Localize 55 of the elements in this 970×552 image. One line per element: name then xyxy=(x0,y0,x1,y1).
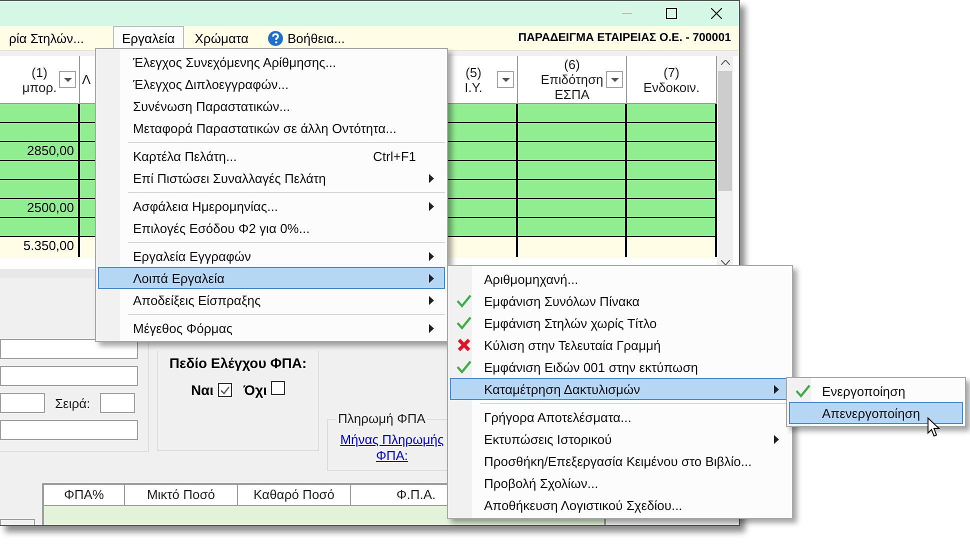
column-header: (1) μπορ. xyxy=(0,56,80,103)
minimize-icon xyxy=(622,12,632,14)
menu-item[interactable]: Ενεργοποίηση xyxy=(789,380,963,402)
checkbox[interactable]: Όχι xyxy=(244,381,286,398)
menu-bar-item[interactable]: Χρώματα xyxy=(186,26,258,50)
input-field[interactable] xyxy=(0,366,138,386)
menu-item[interactable]: Αριθμομηχανή... xyxy=(450,268,790,290)
filter-button[interactable] xyxy=(497,71,514,88)
menu-item[interactable]: Καρτέλα Πελάτη... Ctrl+F1 xyxy=(98,145,445,167)
input-field[interactable] xyxy=(100,393,136,413)
checkbox[interactable]: Ναι xyxy=(190,382,232,398)
menu-item[interactable]: Απενεργοποίηση xyxy=(789,402,963,424)
cursor-icon xyxy=(927,417,941,438)
menu-item[interactable]: Εμφάνιση Ειδών 001 στην εκτύπωση xyxy=(450,356,790,378)
menu-item[interactable]: Μεταφορά Παραστατικών σε άλλη Οντότητα... xyxy=(98,117,445,139)
checkmark-icon xyxy=(220,386,230,394)
dropdown-arrow-icon xyxy=(502,78,510,82)
series-label: Σειρά: xyxy=(55,396,90,410)
menu-bar-item[interactable]: ρία Στηλών... xyxy=(0,26,93,50)
shortcut-text: Ctrl+F1 xyxy=(373,148,416,164)
dropdown-arrow-icon xyxy=(64,78,72,82)
help-icon xyxy=(268,31,284,46)
column-header: ΦΠΑ% xyxy=(44,485,125,505)
input-field[interactable] xyxy=(0,420,138,440)
filter-button[interactable] xyxy=(606,71,623,88)
menu-item[interactable]: Κύλιση στην Τελευταία Γραμμή xyxy=(450,334,790,356)
company-name: ΠΑΡΑΔΕΙΓΜΑ ΕΤΑΙΡΕΙΑΣ Ο.Ε. - 700001 xyxy=(518,32,732,44)
scroll-down-icon xyxy=(720,260,730,265)
menu-item[interactable]: Λοιπά Εργαλεία xyxy=(98,267,445,289)
column-header: Μικτό Ποσό xyxy=(125,485,238,505)
column-header: Καθαρό Ποσό xyxy=(238,485,351,505)
menu-item[interactable]: Εκτυπώσεις Ιστορικού xyxy=(450,428,790,450)
menu-item[interactable]: Εμφάνιση Στηλών χωρίς Τίτλο xyxy=(450,312,790,334)
month-link[interactable]: Μήνας Πληρωμής ΦΠΑ: xyxy=(339,432,445,464)
menu-item[interactable]: Ασφάλεια Ημερομηνίας... xyxy=(98,195,445,217)
close-icon xyxy=(711,8,722,19)
menu-item[interactable]: Επί Πιστώσει Συναλλαγές Πελάτη xyxy=(98,167,445,189)
menu-item[interactable]: Εμφάνιση Συνόλων Πίνακα xyxy=(450,290,790,312)
menu-item[interactable]: Επιλογές Εσόδου Φ2 για 0%... xyxy=(98,217,445,239)
maximize-icon xyxy=(666,8,677,19)
menu-item[interactable]: Μέγεθος Φόρμας xyxy=(98,317,445,339)
menu-bar-item[interactable]: Εργαλεία xyxy=(112,26,184,50)
group-title: Πεδίο Ελέγχου ΦΠΑ: xyxy=(169,355,307,371)
menu-item[interactable]: Γρήγορα Αποτελέσματα... xyxy=(450,406,790,428)
dropdown-arrow-icon xyxy=(610,78,618,82)
menu-item[interactable]: Εργαλεία Εγγραφών xyxy=(98,245,445,267)
menu-item[interactable]: Αποδείξεις Είσπραξης xyxy=(98,289,445,311)
scroll-up-icon xyxy=(720,60,730,65)
filter-button[interactable] xyxy=(59,71,76,88)
total-cell: 5.350,00 xyxy=(0,237,80,257)
input-field[interactable] xyxy=(0,339,138,359)
group-title: Πληρωμή ΦΠΑ xyxy=(336,411,428,426)
menu-item[interactable]: Προσθήκη/Επεξεργασία Κειμένου στο Βιβλίο... xyxy=(450,450,790,472)
input-field[interactable] xyxy=(0,393,45,413)
column-header: (6) Επιδότηση ΕΣΠΑ xyxy=(518,56,627,103)
